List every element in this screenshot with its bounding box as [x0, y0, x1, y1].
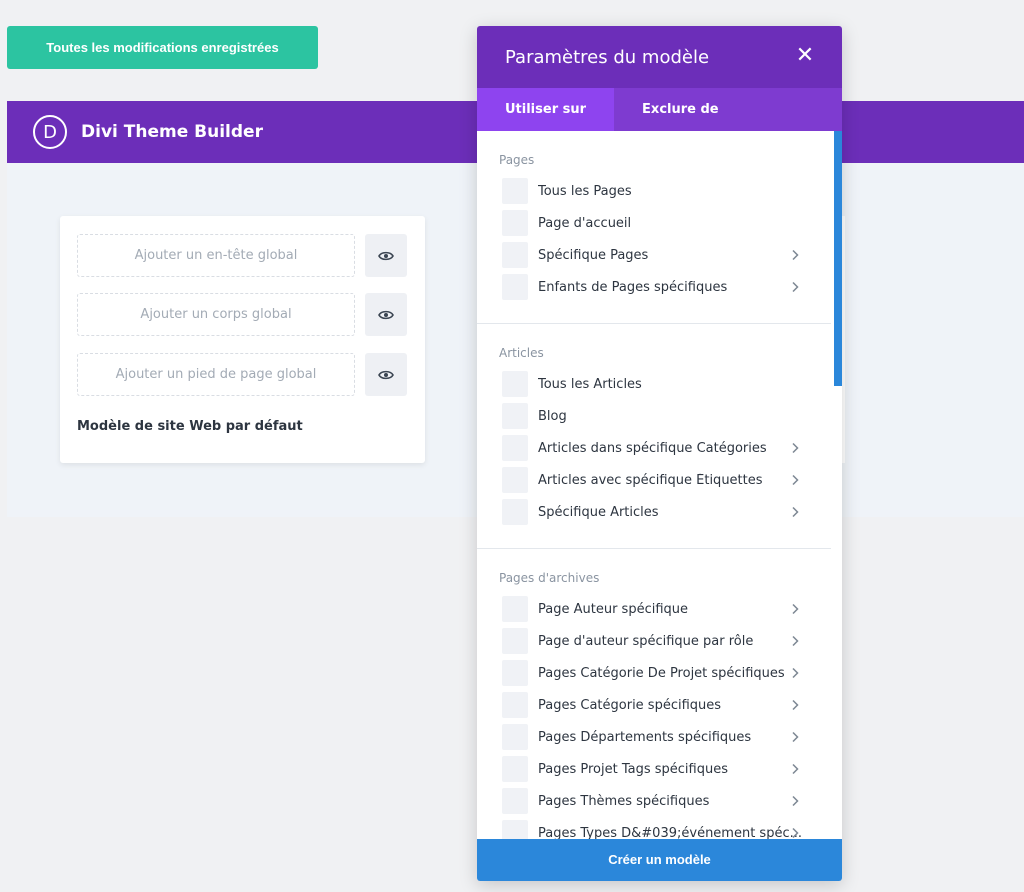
option-label: Enfants de Pages spécifiques	[538, 279, 728, 295]
body-visibility-button[interactable]	[365, 293, 407, 336]
checkbox[interactable]	[502, 403, 528, 429]
list-item[interactable]: Pages Catégorie De Projet spécifiques	[499, 657, 809, 689]
list-item[interactable]: Pages Types D&#039;événement spéc...	[499, 817, 809, 839]
list-item[interactable]: Tous les Articles	[499, 368, 809, 400]
checkbox[interactable]	[502, 467, 528, 493]
builder-title: Divi Theme Builder	[81, 122, 263, 142]
modal-title: Paramètres du modèle	[505, 46, 710, 68]
option-label: Pages Catégorie spécifiques	[538, 697, 722, 713]
chevron-right-icon[interactable]	[789, 281, 801, 293]
option-label: Tous les Pages	[538, 183, 632, 199]
checkbox[interactable]	[502, 628, 528, 654]
divi-logo-icon: D	[33, 115, 67, 149]
modal-body: Pages Tous les Pages Page d'accueil Spéc…	[477, 131, 842, 839]
checkbox[interactable]	[502, 596, 528, 622]
add-global-footer-button[interactable]: Ajouter un pied de page global	[77, 353, 355, 396]
add-global-body-button[interactable]: Ajouter un corps global	[77, 293, 355, 336]
option-label: Pages Départements spécifiques	[538, 729, 752, 745]
list-item[interactable]: Tous les Pages	[499, 175, 809, 207]
option-label: Tous les Articles	[538, 376, 642, 392]
chevron-right-icon[interactable]	[789, 603, 801, 615]
chevron-right-icon[interactable]	[789, 731, 801, 743]
option-label: Page d'accueil	[538, 215, 632, 231]
section-title: Articles	[499, 346, 544, 360]
template-settings-modal: Paramètres du modèle ✕ Utiliser sur Excl…	[477, 26, 842, 881]
list-item[interactable]: Pages Départements spécifiques	[499, 721, 809, 753]
save-status-button[interactable]: Toutes les modifications enregistrées	[7, 26, 318, 69]
list-item[interactable]: Spécifique Pages	[499, 239, 809, 271]
checkbox[interactable]	[502, 371, 528, 397]
create-template-button[interactable]: Créer un modèle	[477, 839, 842, 881]
option-label: Spécifique Articles	[538, 504, 659, 520]
chevron-right-icon[interactable]	[789, 635, 801, 647]
default-template-card: Ajouter un en-tête global Ajouter un cor…	[60, 216, 425, 463]
checkbox[interactable]	[502, 242, 528, 268]
partial-card-edge	[842, 216, 845, 463]
chevron-right-icon[interactable]	[789, 827, 801, 839]
section-articles: Articles Tous les Articles Blog Articles…	[477, 324, 831, 549]
list-item[interactable]: Spécifique Articles	[499, 496, 809, 528]
chevron-right-icon[interactable]	[789, 763, 801, 775]
chevron-right-icon[interactable]	[789, 249, 801, 261]
option-label: Pages Types D&#039;événement spéc...	[538, 825, 802, 840]
checkbox[interactable]	[502, 756, 528, 782]
list-item[interactable]: Pages Catégorie spécifiques	[499, 689, 809, 721]
checkbox[interactable]	[502, 210, 528, 236]
chevron-right-icon[interactable]	[789, 442, 801, 454]
eye-icon	[378, 370, 394, 379]
footer-slot-row: Ajouter un pied de page global	[77, 353, 407, 396]
option-label: Pages Catégorie De Projet spécifiques	[538, 665, 785, 681]
eye-icon	[378, 310, 394, 319]
modal-header: Paramètres du modèle ✕	[477, 26, 842, 88]
chevron-right-icon[interactable]	[789, 795, 801, 807]
option-label: Blog	[538, 408, 567, 424]
chevron-right-icon[interactable]	[789, 506, 801, 518]
option-label: Page Auteur spécifique	[538, 601, 689, 617]
section-title: Pages	[499, 153, 535, 167]
checkbox[interactable]	[502, 820, 528, 839]
chevron-right-icon[interactable]	[789, 699, 801, 711]
option-label: Spécifique Pages	[538, 247, 649, 263]
tab-use-on[interactable]: Utiliser sur	[477, 88, 615, 131]
checkbox[interactable]	[502, 178, 528, 204]
list-item[interactable]: Page Auteur spécifique	[499, 593, 809, 625]
list-item[interactable]: Page d'accueil	[499, 207, 809, 239]
eye-icon	[378, 251, 394, 260]
list-item[interactable]: Pages Thèmes spécifiques	[499, 785, 809, 817]
option-label: Pages Projet Tags spécifiques	[538, 761, 728, 777]
checkbox[interactable]	[502, 692, 528, 718]
body-slot-row: Ajouter un corps global	[77, 293, 407, 336]
chevron-right-icon[interactable]	[789, 667, 801, 679]
option-label: Articles dans spécifique Catégories	[538, 440, 767, 456]
footer-visibility-button[interactable]	[365, 353, 407, 396]
header-slot-row: Ajouter un en-tête global	[77, 234, 407, 277]
list-item[interactable]: Enfants de Pages spécifiques	[499, 271, 809, 303]
list-item[interactable]: Page d'auteur spécifique par rôle	[499, 625, 809, 657]
section-archive-pages: Pages d'archives Page Auteur spécifique …	[477, 549, 831, 839]
header-visibility-button[interactable]	[365, 234, 407, 277]
section-title: Pages d'archives	[499, 571, 600, 585]
section-pages: Pages Tous les Pages Page d'accueil Spéc…	[477, 131, 831, 324]
close-icon[interactable]: ✕	[794, 45, 816, 67]
list-item[interactable]: Pages Projet Tags spécifiques	[499, 753, 809, 785]
list-item[interactable]: Blog	[499, 400, 809, 432]
option-label: Pages Thèmes spécifiques	[538, 793, 710, 809]
option-label: Articles avec spécifique Étiquettes	[538, 472, 763, 488]
chevron-right-icon[interactable]	[789, 474, 801, 486]
checkbox[interactable]	[502, 435, 528, 461]
checkbox[interactable]	[502, 788, 528, 814]
tab-exclude-from[interactable]: Exclure de	[614, 88, 747, 131]
template-name: Modèle de site Web par défaut	[77, 419, 303, 434]
option-label: Page d'auteur spécifique par rôle	[538, 633, 754, 649]
checkbox[interactable]	[502, 499, 528, 525]
list-item[interactable]: Articles avec spécifique Étiquettes	[499, 464, 809, 496]
list-item[interactable]: Articles dans spécifique Catégories	[499, 432, 809, 464]
scrollbar-thumb[interactable]	[834, 131, 842, 386]
add-global-header-button[interactable]: Ajouter un en-tête global	[77, 234, 355, 277]
checkbox[interactable]	[502, 274, 528, 300]
checkbox[interactable]	[502, 724, 528, 750]
modal-tabs: Utiliser sur Exclure de	[477, 88, 842, 131]
checkbox[interactable]	[502, 660, 528, 686]
